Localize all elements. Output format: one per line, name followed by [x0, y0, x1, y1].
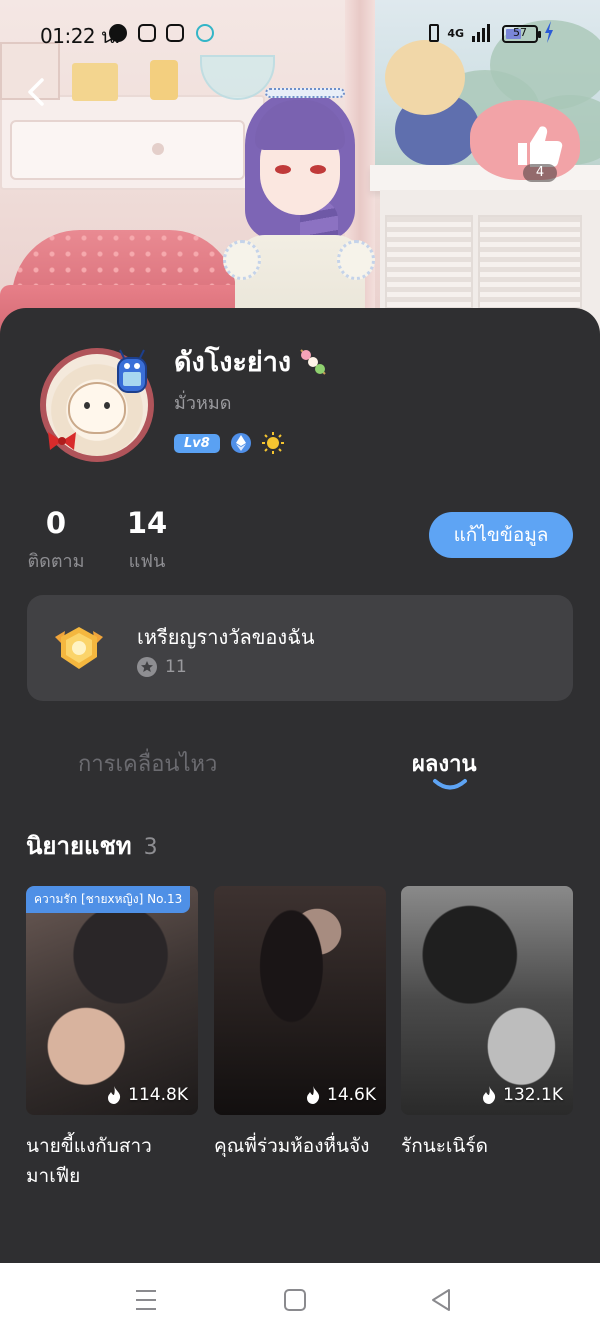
story-views: 14.6K [305, 1085, 376, 1105]
following-count: 0 [45, 506, 67, 540]
pinterest-icon [109, 24, 127, 42]
home-square-icon[interactable] [282, 1287, 308, 1313]
avatar-frame-pendant-icon [117, 349, 147, 393]
charging-icon [545, 21, 553, 43]
story-card[interactable]: 132.1K รักนะเนิร์ด [401, 886, 573, 1161]
menu-icon[interactable] [133, 1287, 159, 1313]
edit-profile-button[interactable]: แก้ไขข้อมูล [429, 512, 573, 558]
section-header: นิยายแชท 3 [26, 826, 158, 865]
tab-activity[interactable]: การเคลื่อนไหว [78, 746, 217, 781]
profile-panel: ดังโงะย่าง มั่วหมด Lv8 0 ติดตาม 14 แฟน แ… [0, 308, 600, 1263]
story-cover-image: ความรัก [ชายxหญิง] No.13 114.8K [26, 886, 198, 1115]
system-nav-bar [0, 1263, 600, 1337]
section-count: 3 [143, 835, 158, 860]
profile-bio: มั่วหมด [174, 393, 232, 414]
following-label: ติดตาม [27, 551, 85, 572]
avatar-character [215, 80, 375, 340]
medals-card[interactable]: เหรียญรางวัลของฉัน 11 [27, 595, 573, 701]
medals-count: 11 [165, 657, 187, 677]
status-bar: 01:22 น. 4G 57 [0, 0, 600, 66]
battery-icon: 57 [502, 25, 541, 43]
flame-icon [483, 1086, 496, 1104]
story-cover-image: 14.6K [214, 886, 386, 1115]
flame-icon [307, 1086, 320, 1104]
bow-icon [48, 432, 76, 450]
level-badge[interactable]: Lv8 [174, 433, 220, 453]
network-type: 4G [447, 26, 464, 40]
flame-icon [108, 1086, 121, 1104]
fans-count: 14 [126, 506, 168, 540]
vibrate-icon [429, 24, 440, 42]
profile-cover-image: 01:22 น. 4G 57 4 [0, 0, 600, 340]
story-card[interactable]: ความรัก [ชายxหญิง] No.13 114.8K นายขี้แง… [26, 886, 198, 1191]
active-tab-indicator [433, 779, 467, 790]
instagram-icon [166, 24, 184, 42]
story-views-count: 114.8K [128, 1085, 188, 1105]
story-title: รักนะเนิร์ด [401, 1135, 488, 1157]
medal-icon [55, 627, 103, 669]
story-cover-image: 132.1K [401, 886, 573, 1115]
instagram-icon [138, 24, 156, 42]
story-title: นายขี้แงกับสาวมาเฟีย [26, 1135, 152, 1187]
like-count: 4 [523, 164, 557, 182]
medals-count-row: 11 [137, 657, 187, 677]
tab-works[interactable]: ผลงาน [412, 746, 477, 781]
fans-label: แฟน [128, 551, 166, 572]
profile-name-text: ดังโงะย่าง [174, 347, 292, 378]
badge-row: Lv8 [174, 432, 284, 454]
section-title: นิยายแชท [26, 832, 132, 860]
following-stat[interactable]: 0 ติดตาม [26, 506, 86, 575]
sun-badge-icon[interactable] [261, 432, 284, 454]
ethereum-badge-icon[interactable] [230, 432, 252, 454]
story-views: 132.1K [481, 1085, 563, 1105]
back-button[interactable] [22, 74, 54, 110]
dango-icon [300, 348, 326, 375]
fans-stat[interactable]: 14 แฟน [122, 506, 172, 575]
back-triangle-icon[interactable] [428, 1287, 454, 1313]
status-time: 01:22 น. [40, 24, 121, 48]
story-tag: ความรัก [ชายxหญิง] No.13 [26, 886, 191, 913]
signal-icon [472, 24, 490, 42]
story-views-count: 132.1K [503, 1085, 563, 1105]
avatar[interactable] [40, 348, 154, 462]
star-circle-icon [137, 657, 157, 677]
story-views-count: 14.6K [327, 1085, 376, 1105]
story-card[interactable]: 14.6K คุณพี่ร่วมห้องหื่นจัง [214, 886, 386, 1161]
tiktok-icon [196, 24, 214, 42]
battery-level: 57 [513, 26, 527, 39]
profile-name: ดังโงะย่าง [174, 340, 329, 383]
medals-title: เหรียญรางวัลของฉัน [137, 625, 315, 649]
story-views: 114.8K [106, 1085, 188, 1105]
story-title: คุณพี่ร่วมห้องหื่นจัง [214, 1135, 370, 1157]
